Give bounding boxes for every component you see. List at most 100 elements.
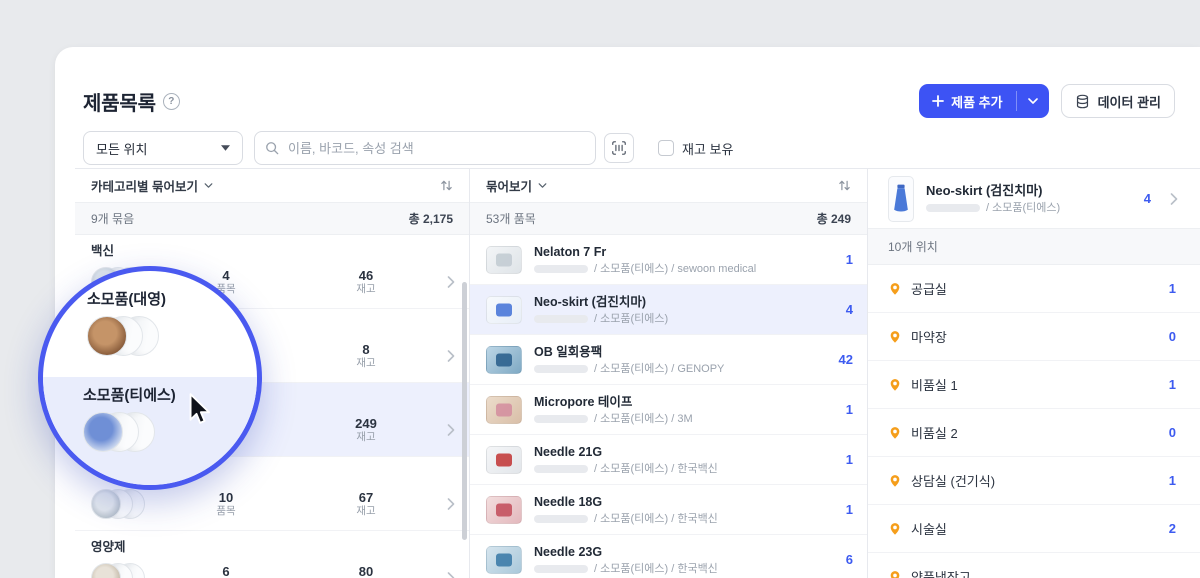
stock-count: 6 bbox=[846, 552, 853, 567]
product-row[interactable]: OB 일회용팩/ 소모품(티에스) / GENOPY42 bbox=[470, 335, 867, 385]
product-count: 53개 품목 bbox=[486, 210, 536, 227]
location-pin-icon bbox=[888, 426, 902, 440]
location-name: 마약장 bbox=[911, 327, 1160, 346]
product-info: Needle 21G/ 소모품(티에스) / 한국백신 bbox=[534, 444, 834, 475]
category-name: 백신 bbox=[91, 244, 457, 259]
help-icon[interactable]: ? bbox=[163, 93, 180, 110]
location-list: 공급실 1 마약장0비품실 11비품실 20 상담실 (건기식) 1 시술실2약품냉장고 bbox=[868, 265, 1200, 578]
sort-icon bbox=[440, 179, 453, 192]
product-meta: / 소모품(티에스) / GENOPY bbox=[594, 363, 724, 375]
product-meta: / 소모품(티에스) / 3M bbox=[594, 413, 693, 425]
selected-product-info: Neo-skirt (검진치마) / 소모품(티에스) bbox=[926, 183, 1132, 214]
location-name: 공급실 bbox=[911, 279, 1160, 298]
category-count: 9개 묶음 bbox=[91, 210, 134, 227]
location-row[interactable]: 마약장0 bbox=[868, 313, 1200, 361]
location-pin-icon bbox=[888, 522, 902, 536]
mouse-cursor bbox=[181, 391, 215, 425]
stock-count: 1 bbox=[846, 402, 853, 417]
location-row[interactable]: 비품실 20 bbox=[868, 409, 1200, 457]
product-thumbnail bbox=[888, 176, 914, 222]
product-meta: / 소모품(티에스) / 한국백신 bbox=[594, 463, 718, 475]
category-name: 소모품(티에스) bbox=[83, 386, 176, 405]
location-row[interactable]: 시술실2 bbox=[868, 505, 1200, 553]
barcode-scan-button[interactable] bbox=[604, 133, 634, 163]
product-image-stack bbox=[83, 412, 176, 452]
product-row[interactable]: Needle 23G/ 소모품(티에스) / 한국백신 6 bbox=[470, 535, 867, 578]
header-actions: 제품 추가 데이터 관리 bbox=[919, 84, 1175, 118]
barcode-scan-icon bbox=[611, 140, 627, 156]
location-name: 상담실 (건기식) bbox=[911, 471, 1160, 490]
zoom-group-daeyoung: 소모품(대영) bbox=[87, 290, 166, 356]
product-row[interactable]: Micropore 테이프 / 소모품(티에스) / 3M 1 bbox=[470, 385, 867, 435]
location-row[interactable]: 비품실 11 bbox=[868, 361, 1200, 409]
location-row[interactable]: 공급실 1 bbox=[868, 265, 1200, 313]
category-row[interactable]: 영양제6품목80재고 bbox=[75, 531, 469, 578]
chevron-right-icon bbox=[1170, 193, 1178, 205]
chevron-down-icon bbox=[538, 183, 547, 188]
sort-button[interactable] bbox=[836, 177, 853, 194]
add-product-dropdown-button[interactable] bbox=[1017, 84, 1049, 118]
page-title: 제품목록 bbox=[83, 87, 156, 116]
redacted-text bbox=[534, 265, 588, 273]
product-panel-header: 묶어보기 bbox=[470, 169, 867, 203]
product-row[interactable]: Nelaton 7 Fr/ 소모품(티에스) / sewoon medical1 bbox=[470, 235, 867, 285]
detail-panel: Neo-skirt (검진치마) / 소모품(티에스) 4 10개 위치 공급실… bbox=[868, 169, 1200, 578]
data-manage-label: 데이터 관리 bbox=[1098, 92, 1161, 111]
location-stock-count: 1 bbox=[1169, 473, 1176, 488]
category-panel-header: 카테고리별 묶어보기 bbox=[75, 169, 469, 203]
location-row[interactable]: 상담실 (건기식) 1 bbox=[868, 457, 1200, 505]
location-pin-icon bbox=[888, 570, 902, 578]
chevron-right-icon bbox=[447, 350, 455, 362]
location-filter-select[interactable]: 모든 위치 bbox=[83, 131, 243, 165]
product-total: 총 249 bbox=[817, 210, 851, 227]
chevron-down-icon bbox=[204, 183, 213, 188]
search-icon bbox=[265, 141, 279, 155]
product-name: Nelaton 7 Fr bbox=[534, 244, 834, 260]
product-row[interactable]: Neo-skirt (검진치마)/ 소모품(티에스)4 bbox=[470, 285, 867, 335]
selected-product-row[interactable]: Neo-skirt (검진치마) / 소모품(티에스) 4 bbox=[868, 169, 1200, 229]
selected-product-meta: / 소모품(티에스) bbox=[986, 202, 1060, 214]
add-product-button[interactable]: 제품 추가 bbox=[919, 84, 1015, 118]
locations-header-bar: 10개 위치 bbox=[868, 229, 1200, 265]
product-thumbnail bbox=[486, 296, 522, 324]
product-row[interactable]: Needle 21G/ 소모품(티에스) / 한국백신 1 bbox=[470, 435, 867, 485]
search-input[interactable] bbox=[286, 140, 585, 157]
skirt-image bbox=[892, 182, 910, 216]
sort-button[interactable] bbox=[438, 177, 455, 194]
zoom-selected-row: 소모품(티에스) bbox=[43, 377, 257, 485]
item-count: 6품목 bbox=[161, 564, 291, 578]
location-stock-count: 1 bbox=[1169, 281, 1176, 296]
stock-filter[interactable]: 재고 보유 bbox=[658, 139, 733, 158]
product-name: Micropore 테이프 bbox=[534, 394, 834, 410]
chevron-right-icon bbox=[447, 276, 455, 288]
search-box[interactable] bbox=[254, 131, 596, 165]
add-product-split-button: 제품 추가 bbox=[919, 84, 1048, 118]
scrollbar[interactable] bbox=[462, 282, 467, 540]
location-row[interactable]: 약품냉장고 bbox=[868, 553, 1200, 578]
chevron-right-icon bbox=[447, 498, 455, 510]
product-image-stack bbox=[87, 316, 166, 356]
sort-icon bbox=[838, 179, 851, 192]
product-meta: / 소모품(티에스) bbox=[594, 313, 668, 325]
location-stock-count: 2 bbox=[1169, 521, 1176, 536]
location-pin-icon bbox=[888, 378, 902, 392]
product-row[interactable]: Needle 18G/ 소모품(티에스) / 한국백신1 bbox=[470, 485, 867, 535]
product-info: Needle 23G/ 소모품(티에스) / 한국백신 bbox=[534, 544, 834, 575]
redacted-text bbox=[534, 415, 588, 423]
product-list: Nelaton 7 Fr/ 소모품(티에스) / sewoon medical1… bbox=[470, 235, 867, 578]
stock-checkbox[interactable] bbox=[658, 140, 674, 156]
stock-checkbox-label: 재고 보유 bbox=[682, 139, 733, 158]
group-by-button[interactable]: 묶어보기 bbox=[486, 176, 547, 195]
product-name: Needle 18G bbox=[534, 494, 834, 510]
redacted-text bbox=[534, 315, 588, 323]
group-by-label: 묶어보기 bbox=[486, 176, 532, 195]
group-by-category-button[interactable]: 카테고리별 묶어보기 bbox=[91, 176, 213, 195]
stock-count: 1 bbox=[846, 452, 853, 467]
redacted-text bbox=[534, 365, 588, 373]
product-info: Needle 18G/ 소모품(티에스) / 한국백신 bbox=[534, 494, 834, 525]
redacted-text bbox=[534, 465, 588, 473]
data-manage-button[interactable]: 데이터 관리 bbox=[1061, 84, 1175, 118]
chevron-right-icon bbox=[447, 572, 455, 578]
chevron-down-icon bbox=[1028, 98, 1038, 104]
stock-count: 249재고 bbox=[291, 416, 441, 444]
